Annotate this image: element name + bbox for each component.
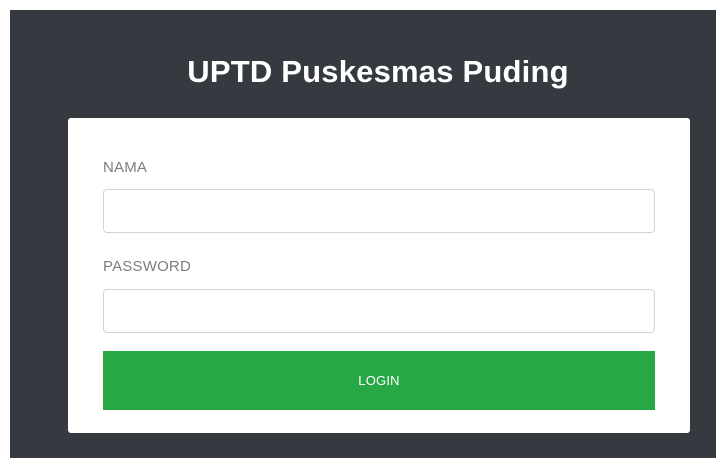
- login-panel: UPTD Puskesmas Puding NAMA PASSWORD LOGI…: [10, 10, 716, 458]
- nama-label: NAMA: [103, 159, 148, 176]
- login-button[interactable]: LOGIN: [103, 351, 655, 410]
- password-label: PASSWORD: [103, 258, 191, 275]
- login-form: NAMA PASSWORD LOGIN: [68, 118, 690, 433]
- page-title: UPTD Puskesmas Puding: [187, 54, 569, 89]
- nama-input[interactable]: [103, 189, 655, 233]
- password-input[interactable]: [103, 289, 655, 333]
